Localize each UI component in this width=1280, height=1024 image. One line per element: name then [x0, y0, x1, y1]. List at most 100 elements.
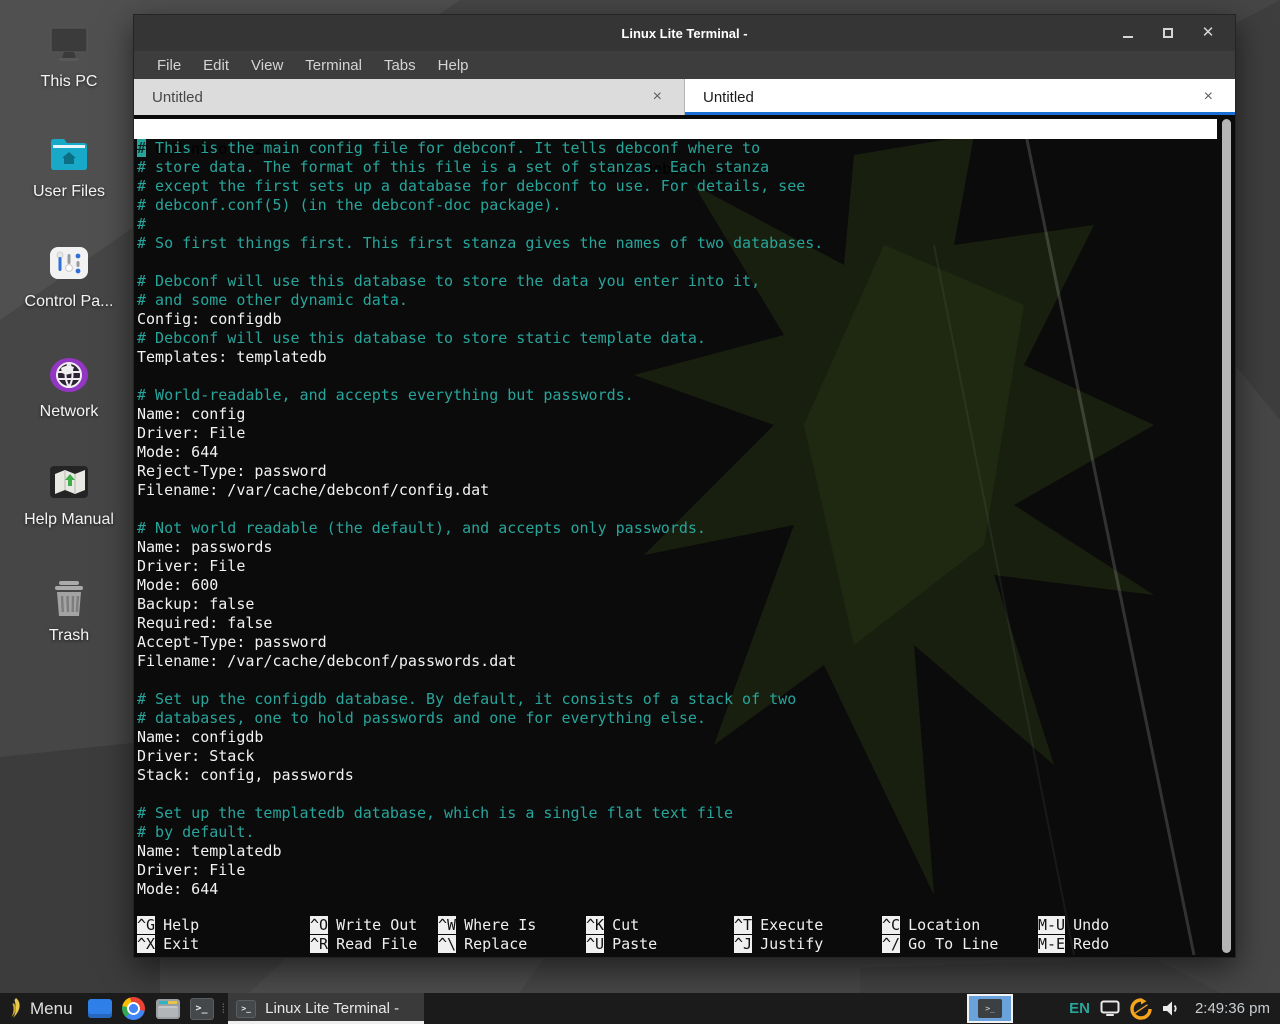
nano-line: # Debconf will use this database to stor…: [137, 329, 1235, 348]
nano-line: # databases, one to hold passwords and o…: [137, 709, 1235, 728]
desktop-icon-this-pc[interactable]: This PC: [0, 24, 138, 91]
desktop-icon-label: Network: [0, 403, 138, 421]
display-tray-icon[interactable]: [1100, 1000, 1120, 1017]
nano-line: Config: configdb: [137, 310, 1235, 329]
task-button-terminal[interactable]: >_ Linux Lite Terminal -: [228, 993, 424, 1024]
menu-button[interactable]: Menu: [0, 993, 83, 1024]
archive-icon: [156, 999, 180, 1019]
clock[interactable]: 2:49:36 pm: [1195, 1000, 1270, 1017]
shortcut-key: ^/: [882, 935, 900, 953]
terminal-launcher[interactable]: >_: [189, 997, 215, 1021]
nano-shortcuts-row-1: ^GHelp^OWrite Out^WWhere Is^KCut^TExecut…: [137, 916, 1217, 935]
window-menubar: File Edit View Terminal Tabs Help: [134, 51, 1235, 79]
desktop-icon-help-manual[interactable]: Help Manual: [0, 462, 138, 529]
tab-label: Untitled: [703, 89, 754, 106]
shortcut-label: Where Is: [464, 916, 536, 934]
nano-shortcut: ^W Where Is: [438, 916, 586, 935]
shortcut-key: ^R: [310, 935, 328, 953]
close-icon[interactable]: ✕: [1201, 26, 1215, 40]
language-indicator[interactable]: EN: [1069, 1000, 1090, 1017]
globe-icon: [47, 354, 91, 396]
terminal-screen[interactable]: GNU nano 7.2 /etc/debconf.conf # This is…: [134, 115, 1235, 957]
shortcut-key: ^U: [586, 935, 604, 953]
terminal-scrollbar[interactable]: [1222, 119, 1231, 953]
shortcut-key: ^T: [734, 916, 752, 934]
desktop-icon-user-files[interactable]: User Files: [0, 134, 138, 201]
minimize-icon[interactable]: [1121, 26, 1135, 40]
shortcut-label: Paste: [612, 935, 657, 953]
nano-line: # except the first sets up a database fo…: [137, 177, 1235, 196]
shortcut-label: Go To Line: [908, 935, 998, 953]
files-icon: [88, 999, 112, 1018]
workspace-pager[interactable]: >_: [967, 994, 1013, 1023]
nano-line: Driver: File: [137, 861, 1235, 880]
desktop-icon-control-panel[interactable]: Control Pa...: [0, 244, 138, 311]
home-folder-icon: [47, 134, 91, 176]
shortcut-label: Justify: [760, 935, 823, 953]
update-manager-icon[interactable]: [1130, 998, 1152, 1020]
nano-line: # Not world readable (the default), and …: [137, 519, 1235, 538]
menu-file[interactable]: File: [146, 57, 192, 74]
manual-book-icon: [47, 462, 91, 504]
desktop-icon-network[interactable]: Network: [0, 354, 138, 421]
nano-shortcut-bar: ^GHelp^OWrite Out^WWhere Is^KCut^TExecut…: [137, 916, 1217, 954]
desktop-icon-label: Help Manual: [0, 511, 138, 529]
terminal-icon: >_: [236, 1000, 256, 1018]
nano-shortcut: ^C Location: [882, 916, 1038, 935]
nano-shortcut: M-E Redo: [1038, 935, 1217, 954]
shortcut-label: Location: [908, 916, 980, 934]
menu-help[interactable]: Help: [427, 57, 480, 74]
shortcut-label: Redo: [1073, 935, 1109, 953]
nano-line: # Set up the configdb database. By defau…: [137, 690, 1235, 709]
desktop-icon-label: Trash: [0, 627, 138, 645]
desktop-icon-trash[interactable]: Trash: [0, 578, 138, 645]
nano-line: [137, 785, 1235, 804]
nano-line: # store data. The format of this file is…: [137, 158, 1235, 177]
shortcut-label: Help: [163, 916, 199, 934]
nano-shortcut: ^XExit: [137, 935, 310, 954]
maximize-icon[interactable]: [1161, 26, 1175, 40]
linux-lite-logo-icon: [8, 997, 23, 1020]
menu-tabs[interactable]: Tabs: [373, 57, 427, 74]
nano-shortcut: ^OWrite Out: [310, 916, 438, 935]
nano-line: # Set up the templatedb database, which …: [137, 804, 1235, 823]
taskbar: Menu >_ ⁞ >_ Linux Lite Terminal - >_ EN: [0, 993, 1280, 1024]
tab-untitled-1[interactable]: Untitled ×: [134, 79, 685, 115]
archive-launcher[interactable]: [155, 997, 181, 1021]
nano-line: #: [137, 215, 1235, 234]
sliders-icon: [47, 244, 91, 286]
nano-shortcut: M-UUndo: [1038, 916, 1217, 935]
task-button-label: Linux Lite Terminal -: [265, 1000, 399, 1017]
shortcut-key: ^C: [882, 916, 900, 934]
panel-separator: ⁞: [222, 993, 224, 1024]
nano-line: Mode: 644: [137, 880, 1235, 899]
nano-header: GNU nano 7.2 /etc/debconf.conf: [134, 119, 1217, 139]
menu-terminal[interactable]: Terminal: [294, 57, 373, 74]
window-title: Linux Lite Terminal -: [134, 26, 1235, 41]
tab-close-icon[interactable]: ×: [1200, 88, 1217, 106]
tab-close-icon[interactable]: ×: [649, 88, 666, 106]
tab-bar: Untitled × Untitled ×: [134, 79, 1235, 115]
menu-view[interactable]: View: [240, 57, 294, 74]
shortcut-key: M-E: [1038, 935, 1065, 953]
nano-line: Name: templatedb: [137, 842, 1235, 861]
shortcut-key: ^W: [438, 916, 456, 934]
nano-line: Filename: /var/cache/debconf/config.dat: [137, 481, 1235, 500]
volume-icon[interactable]: [1162, 1000, 1181, 1017]
nano-content: # This is the main config file for debco…: [134, 139, 1235, 899]
browser-launcher[interactable]: [121, 997, 147, 1021]
window-titlebar[interactable]: Linux Lite Terminal - ✕: [134, 15, 1235, 51]
nano-line: # World-readable, and accepts everything…: [137, 386, 1235, 405]
nano-line: Stack: config, passwords: [137, 766, 1235, 785]
text-cursor: #: [137, 139, 146, 157]
file-manager-launcher[interactable]: [87, 997, 113, 1021]
shortcut-key: M-U: [1038, 916, 1065, 934]
menu-edit[interactable]: Edit: [192, 57, 240, 74]
shortcut-label: Cut: [612, 916, 639, 934]
nano-shortcut: ^\Replace: [438, 935, 586, 954]
nano-line: Accept-Type: password: [137, 633, 1235, 652]
tab-untitled-2[interactable]: Untitled ×: [685, 79, 1235, 115]
nano-line: # and some other dynamic data.: [137, 291, 1235, 310]
shortcut-label: Read File: [336, 935, 417, 953]
nano-line: Driver: Stack: [137, 747, 1235, 766]
